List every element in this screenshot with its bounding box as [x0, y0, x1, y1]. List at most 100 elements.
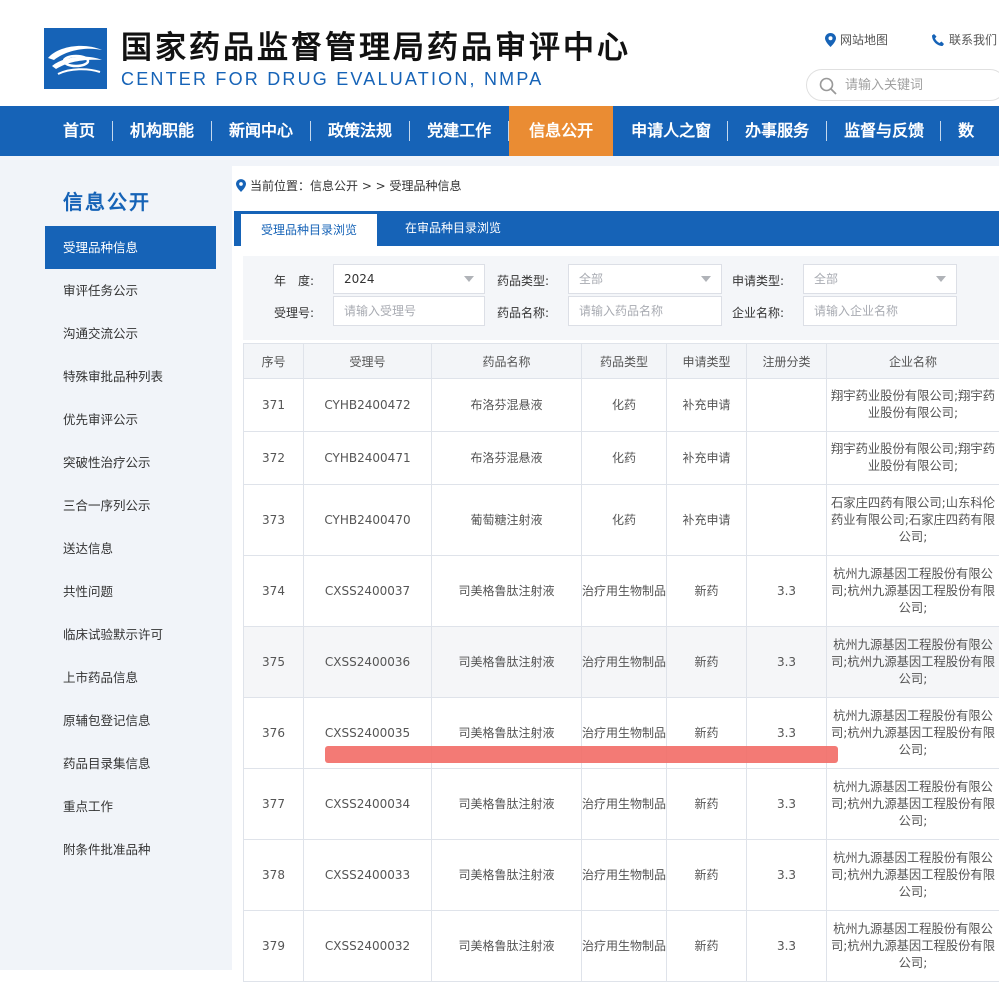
cell-application-type: 新药 — [667, 556, 747, 627]
cell-drug-type: 化药 — [582, 379, 667, 432]
nav-separator — [940, 121, 941, 141]
sidebar-item-accepted-varieties[interactable]: 受理品种信息 — [45, 226, 216, 269]
cell-drug-type: 化药 — [582, 432, 667, 485]
cell-company: 杭州九源基因工程股份有限公司;杭州九源基因工程股份有限公司; — [827, 911, 999, 982]
cell-index: 377 — [244, 769, 304, 840]
drug-name-input[interactable]: 请输入药品名称 — [568, 296, 722, 326]
sitemap-link[interactable]: 网站地图 — [825, 31, 888, 48]
cell-drug-name: 布洛芬混悬液 — [432, 432, 582, 485]
sidebar-item-three-in-one[interactable]: 三合一序列公示 — [45, 484, 216, 527]
cell-drug-name: 布洛芬混悬液 — [432, 379, 582, 432]
table-row[interactable]: 372 CYHB2400471 布洛芬混悬液 化药 补充申请 翔宇药业股份有限公… — [244, 432, 999, 485]
cell-accept-no: CXSS2400034 — [304, 769, 432, 840]
application-type-value: 全部 — [814, 272, 838, 286]
drug-type-select[interactable]: 全部 — [568, 264, 722, 294]
sidebar-item-communication[interactable]: 沟通交流公示 — [45, 312, 216, 355]
site-header: 国家药品监督管理局药品审评中心 CENTER FOR DRUG EVALUATI… — [0, 0, 999, 106]
cell-application-type: 补充申请 — [667, 432, 747, 485]
cell-drug-name: 司美格鲁肽注射液 — [432, 840, 582, 911]
table-row[interactable]: 379 CXSS2400032 司美格鲁肽注射液 治疗用生物制品 新药 3.3 … — [244, 911, 999, 982]
cell-application-type: 补充申请 — [667, 485, 747, 556]
cell-application-type: 新药 — [667, 769, 747, 840]
main-nav: 首页 机构职能 新闻中心 政策法规 党建工作 信息公开 申请人之窗 办事服务 监… — [0, 106, 999, 156]
sidebar-title: 信息公开 — [63, 186, 151, 215]
sidebar-item-review-tasks[interactable]: 审评任务公示 — [45, 269, 216, 312]
sidebar-item-breakthrough[interactable]: 突破性治疗公示 — [45, 441, 216, 484]
cell-drug-type: 治疗用生物制品 — [582, 556, 667, 627]
tab-under-review-catalog[interactable]: 在审品种目录浏览 — [405, 211, 501, 246]
nav-news[interactable]: 新闻中心 — [229, 106, 293, 156]
filter-panel: 年 度: 2024 药品类型: 全部 申请类型: 全部 受理号: 请输入受理号 … — [243, 256, 999, 340]
year-select[interactable]: 2024 — [333, 264, 485, 294]
nav-separator — [727, 121, 728, 141]
cell-registration-class: 3.3 — [747, 556, 827, 627]
cell-company: 杭州九源基因工程股份有限公司;杭州九源基因工程股份有限公司; — [827, 769, 999, 840]
nav-functions[interactable]: 机构职能 — [130, 106, 194, 156]
nav-applicant[interactable]: 申请人之窗 — [631, 106, 711, 156]
col-header-company: 企业名称 — [827, 344, 999, 379]
cell-index: 372 — [244, 432, 304, 485]
cell-accept-no: CXSS2400032 — [304, 911, 432, 982]
table-row[interactable]: 371 CYHB2400472 布洛芬混悬液 化药 补充申请 翔宇药业股份有限公… — [244, 379, 999, 432]
sidebar-item-marketed-drugs[interactable]: 上市药品信息 — [45, 656, 216, 699]
sidebar-item-excipient-registration[interactable]: 原辅包登记信息 — [45, 699, 216, 742]
nav-party[interactable]: 党建工作 — [427, 106, 491, 156]
nav-feedback[interactable]: 监督与反馈 — [844, 106, 924, 156]
sidebar-item-drug-catalog[interactable]: 药品目录集信息 — [45, 742, 216, 785]
chevron-down-icon — [464, 276, 474, 282]
cell-registration-class: 3.3 — [747, 769, 827, 840]
cell-registration-class — [747, 485, 827, 556]
table-header-row: 序号 受理号 药品名称 药品类型 申请类型 注册分类 企业名称 — [244, 344, 999, 379]
cell-company: 杭州九源基因工程股份有限公司;杭州九源基因工程股份有限公司; — [827, 556, 999, 627]
table-row[interactable]: 375 CXSS2400036 司美格鲁肽注射液 治疗用生物制品 新药 3.3 … — [244, 627, 999, 698]
location-pin-icon — [825, 33, 836, 47]
company-name-label: 企业名称: — [732, 304, 784, 321]
nav-policy[interactable]: 政策法规 — [328, 106, 392, 156]
nav-info-disclosure[interactable]: 信息公开 — [509, 106, 613, 156]
search-box[interactable] — [806, 69, 999, 101]
accept-no-input[interactable]: 请输入受理号 — [333, 296, 485, 326]
sidebar-item-special-approval[interactable]: 特殊审批品种列表 — [45, 355, 216, 398]
drug-name-label: 药品名称: — [497, 304, 549, 321]
cell-registration-class — [747, 379, 827, 432]
sidebar-item-common-issues[interactable]: 共性问题 — [45, 570, 216, 613]
cell-index: 379 — [244, 911, 304, 982]
sitemap-label: 网站地图 — [840, 31, 888, 48]
contact-link[interactable]: 联系我们 — [931, 31, 997, 48]
company-name-input[interactable]: 请输入企业名称 — [803, 296, 957, 326]
contact-label: 联系我们 — [949, 31, 997, 48]
accept-no-label: 受理号: — [274, 304, 314, 321]
cell-drug-type: 治疗用生物制品 — [582, 840, 667, 911]
application-type-label: 申请类型: — [732, 272, 784, 289]
table-row[interactable]: 374 CXSS2400037 司美格鲁肽注射液 治疗用生物制品 新药 3.3 … — [244, 556, 999, 627]
col-header-accept-no: 受理号 — [304, 344, 432, 379]
sidebar-item-delivery[interactable]: 送达信息 — [45, 527, 216, 570]
sidebar-item-priority-review[interactable]: 优先审评公示 — [45, 398, 216, 441]
nav-home[interactable]: 首页 — [63, 106, 95, 156]
search-input[interactable] — [845, 75, 995, 95]
cde-logo[interactable] — [44, 28, 107, 89]
table-row[interactable]: 373 CYHB2400470 葡萄糖注射液 化药 补充申请 石家庄四药有限公司… — [244, 485, 999, 556]
sidebar-item-conditional-approval[interactable]: 附条件批准品种 — [45, 828, 216, 871]
cell-company: 翔宇药业股份有限公司;翔宇药业股份有限公司; — [827, 379, 999, 432]
cell-accept-no: CYHB2400471 — [304, 432, 432, 485]
cell-company: 翔宇药业股份有限公司;翔宇药业股份有限公司; — [827, 432, 999, 485]
cell-index: 378 — [244, 840, 304, 911]
sidebar-item-clinical-trial[interactable]: 临床试验默示许可 — [45, 613, 216, 656]
tab-accepted-catalog[interactable]: 受理品种目录浏览 — [241, 214, 377, 246]
cell-company: 石家庄四药有限公司;山东科伦药业有限公司;石家庄四药有限公司; — [827, 485, 999, 556]
nav-data[interactable]: 数 — [958, 106, 974, 156]
nav-services[interactable]: 办事服务 — [745, 106, 809, 156]
table-row[interactable]: 377 CXSS2400034 司美格鲁肽注射液 治疗用生物制品 新药 3.3 … — [244, 769, 999, 840]
col-header-application-type: 申请类型 — [667, 344, 747, 379]
table-row[interactable]: 378 CXSS2400033 司美格鲁肽注射液 治疗用生物制品 新药 3.3 … — [244, 840, 999, 911]
cell-drug-name: 司美格鲁肽注射液 — [432, 769, 582, 840]
sidebar-item-key-work[interactable]: 重点工作 — [45, 785, 216, 828]
application-type-select[interactable]: 全部 — [803, 264, 957, 294]
phone-icon — [931, 33, 945, 47]
cell-index: 373 — [244, 485, 304, 556]
cell-registration-class: 3.3 — [747, 627, 827, 698]
cell-drug-name: 司美格鲁肽注射液 — [432, 911, 582, 982]
site-title: 国家药品监督管理局药品审评中心 — [121, 22, 631, 67]
cell-drug-type: 治疗用生物制品 — [582, 911, 667, 982]
